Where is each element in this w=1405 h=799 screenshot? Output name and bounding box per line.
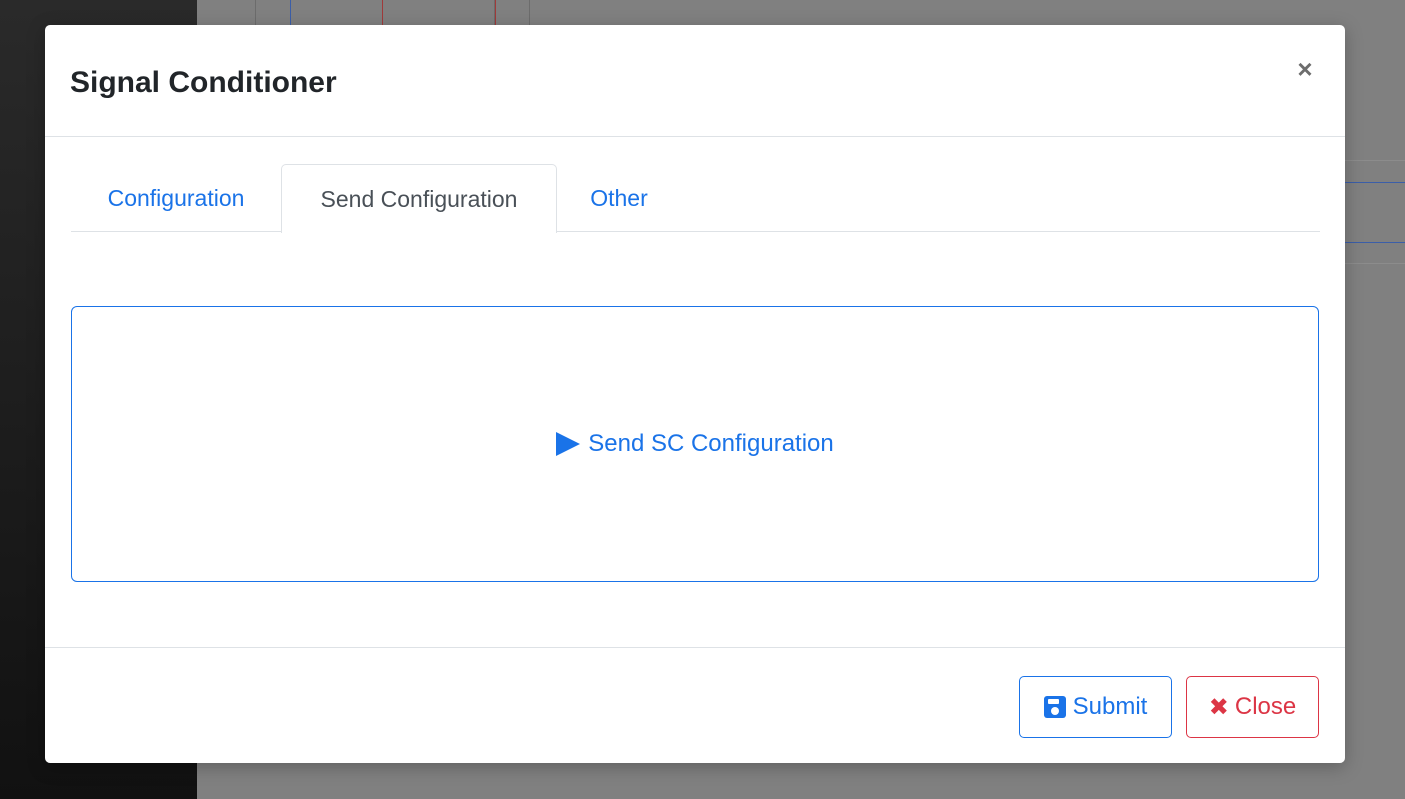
tab-bar: Configuration Send Configuration Other [71, 164, 1320, 233]
background-toolbar-cell [494, 0, 530, 26]
tab-configuration[interactable]: Configuration [71, 164, 281, 232]
background-row-line [1345, 160, 1405, 161]
submit-button[interactable]: Submit [1019, 676, 1172, 738]
close-label: Close [1234, 693, 1297, 720]
tab-send-configuration[interactable]: Send Configuration [281, 164, 557, 233]
modal-title: Signal Conditioner [70, 66, 337, 99]
send-configuration-panel: Send SC Configuration [71, 306, 1319, 582]
tab-other[interactable]: Other [557, 164, 681, 232]
times-icon: ✖ [1208, 693, 1229, 721]
submit-label: Submit [1072, 693, 1148, 720]
signal-conditioner-modal: Signal Conditioner × Configuration Send … [45, 25, 1345, 763]
save-icon [1043, 696, 1066, 718]
background-row-line [1345, 242, 1405, 243]
play-icon [556, 432, 581, 456]
close-icon[interactable]: × [1291, 55, 1319, 83]
close-button[interactable]: ✖ Close [1186, 676, 1319, 738]
background-edit-cell [290, 0, 383, 26]
modal-header: Signal Conditioner × [45, 25, 1345, 137]
background-delete-cell [382, 0, 496, 26]
background-row-line [1345, 263, 1405, 264]
background-toolbar-cell [255, 0, 291, 26]
send-sc-configuration-button[interactable]: Send SC Configuration [550, 429, 839, 459]
modal-footer: Submit ✖ Close [45, 647, 1345, 763]
send-sc-configuration-label: Send SC Configuration [588, 430, 834, 457]
background-row-line [1345, 182, 1405, 183]
